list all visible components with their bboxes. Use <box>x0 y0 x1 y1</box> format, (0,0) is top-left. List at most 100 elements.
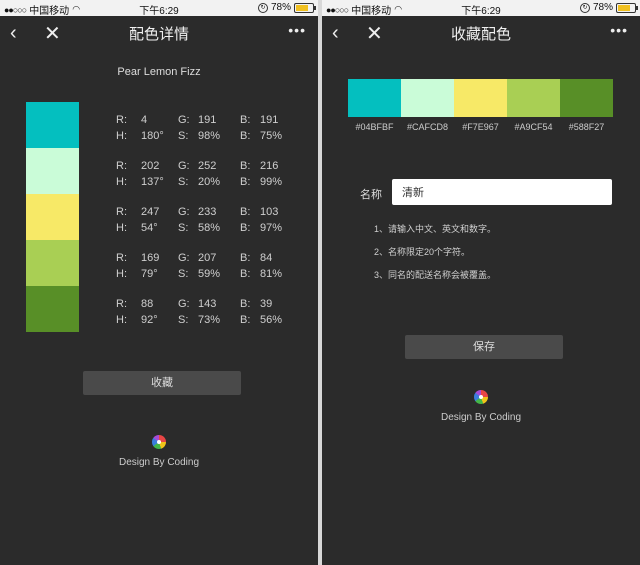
name-label: 名称 <box>360 189 382 201</box>
value-label: H: <box>116 130 127 142</box>
color-values: R: 4 G: 191 B: 191 H: 180° S: 98% B: 75% R: 202 G: 252 B… <box>116 112 296 342</box>
value-number: 20% <box>198 176 221 188</box>
value-label: H: <box>116 222 127 234</box>
battery-icon <box>616 2 638 13</box>
value-label: H: <box>116 314 127 326</box>
swatch-strip <box>348 79 613 117</box>
value-number: 88 <box>141 298 154 310</box>
color-wheel-icon <box>474 390 488 404</box>
nav-bar: ‹ ✕ 配色详情 ••• <box>0 16 318 48</box>
color-swatch <box>26 148 79 194</box>
value-number: 39 <box>260 298 273 310</box>
hint-item: 3、同名的配送名称会被覆盖。 <box>374 270 497 280</box>
value-label: G: <box>178 206 190 218</box>
value-number: 180° <box>141 130 164 142</box>
value-label: B: <box>240 298 251 310</box>
swatch-column <box>26 102 79 332</box>
collect-button[interactable]: 收藏 <box>83 371 241 395</box>
value-number: 75% <box>260 130 283 142</box>
hint-item: 2、名称限定20个字符。 <box>374 247 471 257</box>
value-label: H: <box>116 268 127 280</box>
value-label: B: <box>240 114 251 126</box>
color-swatch <box>26 240 79 286</box>
hex-label: #A9CF54 <box>514 122 553 132</box>
status-bar: ●●○○○ 中国移动 ◠ 下午6:29 ↻ 78% <box>0 0 318 17</box>
value-number: 191 <box>198 114 217 126</box>
color-detail-screen: ●●○○○ 中国移动 ◠ 下午6:29 ↻ 78% ‹ ✕ 配色详情 ••• P… <box>0 0 318 565</box>
value-label: R: <box>116 114 127 126</box>
value-label: B: <box>240 222 251 234</box>
value-number: 54° <box>141 222 158 234</box>
hint-list: 1、请输入中文、英文和数字。 2、名称限定20个字符。 3、同名的配送名称会被覆… <box>374 222 496 291</box>
color-swatch <box>26 194 79 240</box>
color-swatch <box>401 79 454 117</box>
value-number: 233 <box>198 206 217 218</box>
color-value-group: R: 247 G: 233 B: 103 H: 54° S: 58% B: 97% <box>116 204 296 250</box>
palette-name: Pear Lemon Fizz <box>117 66 201 78</box>
value-number: 247 <box>141 206 160 218</box>
value-number: 99% <box>260 176 283 188</box>
name-input[interactable] <box>392 179 612 205</box>
more-icon[interactable]: ••• <box>288 22 306 38</box>
battery-icon <box>294 2 316 13</box>
value-label: S: <box>178 314 189 326</box>
value-number: 252 <box>198 160 217 172</box>
value-number: 103 <box>260 206 279 218</box>
save-button[interactable]: 保存 <box>405 335 563 359</box>
color-value-group: R: 202 G: 252 B: 216 H: 137° S: 20% B: 99% <box>116 158 296 204</box>
color-value-group: R: 169 G: 207 B: 84 H: 79° S: 59% B: 81% <box>116 250 296 296</box>
value-number: 58% <box>198 222 221 234</box>
hex-label: #CAFCD8 <box>406 122 448 132</box>
value-label: B: <box>240 206 251 218</box>
color-wheel-icon <box>152 435 166 449</box>
orientation-lock-icon: ↻ <box>579 2 590 13</box>
value-number: 59% <box>198 268 221 280</box>
value-label: R: <box>116 252 127 264</box>
value-number: 92° <box>141 314 158 326</box>
value-number: 84 <box>260 252 273 264</box>
hex-label: #F7E967 <box>462 122 499 132</box>
value-number: 169 <box>141 252 160 264</box>
value-label: B: <box>240 160 251 172</box>
value-number: 207 <box>198 252 217 264</box>
value-number: 143 <box>198 298 217 310</box>
value-label: B: <box>240 252 251 264</box>
value-number: 98% <box>198 130 221 142</box>
battery-percent: 78% <box>592 2 613 13</box>
hex-label: #588F27 <box>568 122 605 132</box>
value-label: B: <box>240 130 251 142</box>
value-number: 202 <box>141 160 160 172</box>
color-swatch <box>454 79 507 117</box>
value-label: B: <box>240 176 251 188</box>
value-label: S: <box>178 176 189 188</box>
color-value-group: R: 4 G: 191 B: 191 H: 180° S: 98% B: 75% <box>116 112 296 158</box>
color-swatch <box>560 79 613 117</box>
orientation-lock-icon: ↻ <box>257 2 268 13</box>
hex-label: #04BFBF <box>355 122 394 132</box>
value-number: 81% <box>260 268 283 280</box>
page-title: 收藏配色 <box>450 26 511 43</box>
status-bar: ●●○○○ 中国移动 ◠ 下午6:29 ↻ 78% <box>322 0 640 17</box>
color-swatch <box>507 79 560 117</box>
color-swatch <box>26 102 79 148</box>
color-swatch <box>26 286 79 332</box>
value-label: G: <box>178 114 190 126</box>
value-label: G: <box>178 252 190 264</box>
value-label: R: <box>116 298 127 310</box>
more-icon[interactable]: ••• <box>610 22 628 38</box>
battery-percent: 78% <box>270 2 291 13</box>
value-label: B: <box>240 314 251 326</box>
collect-color-screen: ●●○○○ 中国移动 ◠ 下午6:29 ↻ 78% ‹ ✕ 收藏配色 ••• #… <box>322 0 640 565</box>
hex-labels: #04BFBF #CAFCD8 #F7E967 #A9CF54 #588F27 <box>348 122 613 132</box>
value-number: 73% <box>198 314 221 326</box>
value-label: R: <box>116 160 127 172</box>
value-label: B: <box>240 268 251 280</box>
value-label: S: <box>178 130 189 142</box>
value-label: H: <box>116 176 127 188</box>
color-swatch <box>348 79 401 117</box>
value-label: S: <box>178 268 189 280</box>
credit-text: Design By Coding <box>440 412 522 423</box>
value-number: 56% <box>260 314 283 326</box>
value-number: 191 <box>260 114 279 126</box>
value-number: 4 <box>141 114 148 126</box>
